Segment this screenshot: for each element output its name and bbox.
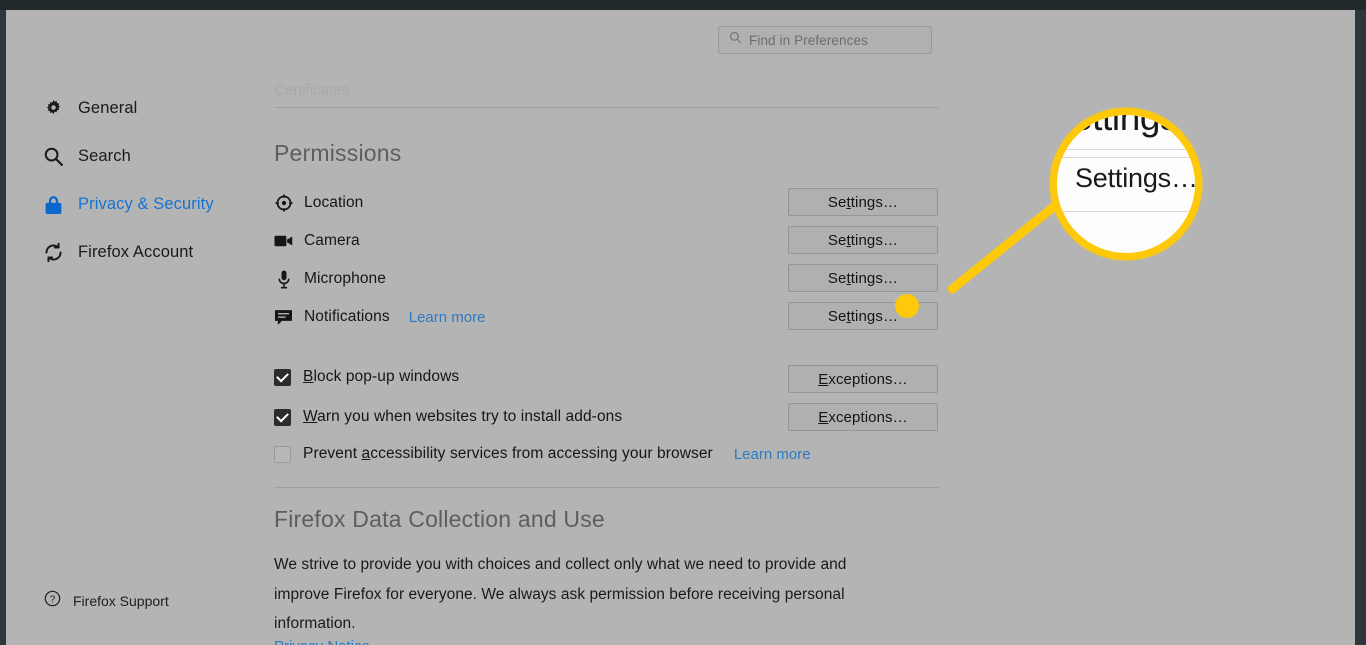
checkbox-label-text: ccessibility services from accessing you… [370, 445, 713, 462]
microphone-settings-button[interactable]: Se t tings… [788, 264, 938, 292]
camera-settings-button[interactable]: Se t tings… [788, 226, 938, 254]
magnifier-callout: ettings Settings… [1050, 108, 1202, 260]
sidebar-item-label: Firefox Support [73, 593, 169, 609]
preferences-content: Certificates Permissions Location Camera… [268, 10, 1355, 645]
permission-row-camera: Camera [274, 229, 360, 253]
sidebar-item-label: Firefox Account [78, 242, 194, 261]
permission-row-location: Location [274, 191, 363, 215]
window-top-chrome [0, 0, 1366, 10]
magnifier-settings-text: Settings… [1075, 163, 1198, 193]
location-settings-button[interactable]: Se t tings… [788, 188, 938, 216]
data-collection-heading: Firefox Data Collection and Use [274, 506, 605, 532]
sidebar-item-firefox-support[interactable]: ? Firefox Support [44, 590, 169, 612]
data-collection-paragraph: We strive to provide you with choices an… [274, 556, 847, 632]
checkbox-label-text: arn you when websites try to install add… [317, 408, 623, 425]
sync-icon [42, 241, 64, 263]
clipped-section-above: Certificates [274, 82, 350, 96]
checkbox-row-prevent-accessibility[interactable]: Prevent accessibility services from acce… [274, 443, 811, 465]
button-label-suffix: tings… [850, 193, 899, 211]
notification-icon [274, 308, 293, 327]
location-crosshair-icon [274, 194, 293, 213]
permission-label: Notifications [304, 308, 390, 325]
browser-window: Find in Preferences General Search Priva… [0, 0, 1366, 645]
sidebar-item-label: Privacy & Security [78, 194, 214, 213]
notifications-learn-more-link[interactable]: Learn more [409, 309, 486, 326]
checkbox-label-prefix: Prevent [303, 445, 362, 462]
sidebar-item-label: General [78, 98, 138, 117]
section-divider [274, 107, 939, 108]
gear-icon [42, 97, 64, 119]
vertical-scrollbar-track[interactable] [1355, 10, 1366, 645]
accessibility-learn-more-link[interactable]: Learn more [734, 446, 811, 463]
checkbox-row-block-popups[interactable]: Block pop-up windows [274, 366, 459, 388]
checkbox-label: Warn you when websites try to install ad… [303, 408, 622, 426]
preferences-page: Find in Preferences General Search Priva… [6, 10, 1355, 645]
prevent-accessibility-checkbox[interactable] [274, 445, 291, 463]
permission-row-microphone: Microphone [274, 267, 386, 291]
lock-icon [42, 193, 64, 215]
section-divider-bottom [274, 487, 939, 488]
block-popups-checkbox[interactable] [274, 368, 291, 386]
preferences-sidebar: General Search Privacy & Security Firefo… [6, 10, 268, 645]
svg-text:?: ? [50, 594, 56, 605]
magnifier-content: ettings Settings… [1057, 115, 1195, 253]
help-circle-icon: ? [44, 590, 61, 612]
checkbox-accesskey: a [361, 445, 371, 462]
checkbox-label: Prevent accessibility services from acce… [303, 445, 713, 463]
microphone-icon [274, 270, 293, 289]
sidebar-item-label: Search [78, 146, 131, 165]
addons-exceptions-button[interactable]: Exceptions… [788, 403, 938, 431]
permission-label: Camera [304, 232, 360, 249]
button-label-prefix: Se [827, 193, 847, 211]
privacy-notice-link[interactable]: Privacy Notice [274, 638, 370, 645]
sidebar-item-privacy-security[interactable]: Privacy & Security [42, 191, 214, 217]
search-icon [42, 145, 64, 167]
sidebar-item-firefox-account[interactable]: Firefox Account [42, 239, 193, 265]
permission-label: Location [304, 194, 364, 211]
warn-addons-checkbox[interactable] [274, 408, 291, 426]
camera-icon [274, 232, 293, 251]
permission-row-notifications: Notifications Learn more [274, 305, 485, 329]
checkbox-label: Block pop-up windows [303, 368, 459, 386]
sidebar-item-general[interactable]: General [42, 95, 137, 121]
permissions-heading: Permissions [274, 140, 402, 166]
checkbox-accesskey: B [303, 368, 314, 385]
callout-target-dot [895, 294, 919, 318]
checkbox-label-text: lock pop-up windows [313, 368, 460, 385]
sidebar-item-search[interactable]: Search [42, 143, 131, 169]
popups-exceptions-button[interactable]: Exceptions… [788, 365, 938, 393]
permission-label: Microphone [304, 270, 386, 287]
checkbox-accesskey: W [303, 408, 318, 425]
checkbox-row-warn-addons[interactable]: Warn you when websites try to install ad… [274, 406, 622, 428]
